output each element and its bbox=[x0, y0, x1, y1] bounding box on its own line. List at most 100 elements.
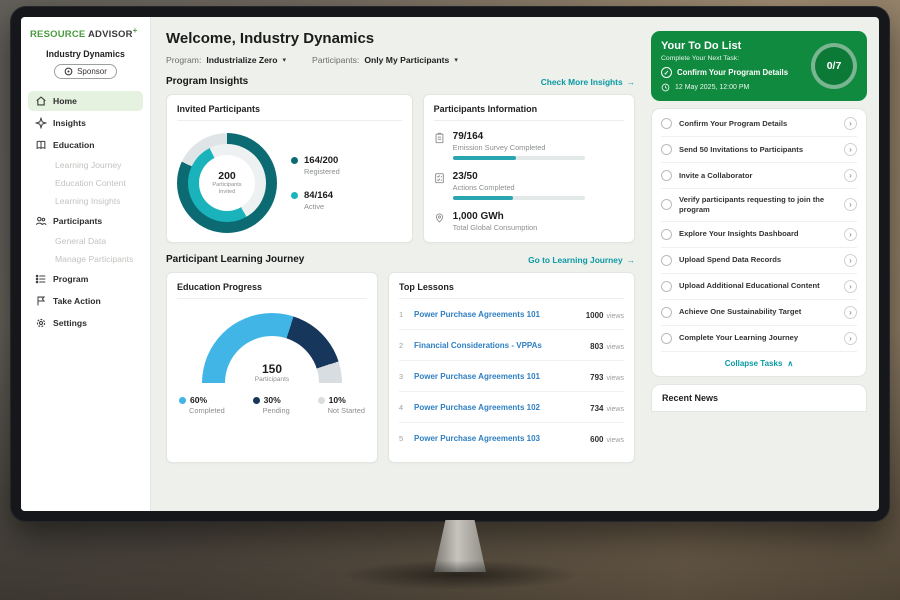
chevron-right-icon[interactable]: › bbox=[844, 254, 857, 267]
lesson-title-link[interactable]: Power Purchase Agreements 103 bbox=[414, 434, 583, 443]
lesson-row[interactable]: 4 Power Purchase Agreements 102 734views bbox=[399, 392, 624, 423]
org-name: Industry Dynamics bbox=[28, 49, 143, 59]
chevron-right-icon[interactable]: › bbox=[844, 280, 857, 293]
task-row[interactable]: Invite a Collaborator › bbox=[661, 163, 857, 189]
sidebar-item-learning-insights[interactable]: Learning Insights bbox=[28, 193, 143, 209]
emission-progress-bar bbox=[453, 156, 585, 160]
task-label: Complete Your Learning Journey bbox=[679, 333, 837, 343]
lesson-title-link[interactable]: Financial Considerations - VPPAs bbox=[414, 341, 583, 350]
sidebar-item-general-data[interactable]: General Data bbox=[28, 233, 143, 249]
task-row[interactable]: Send 50 Invitations to Participants › bbox=[661, 137, 857, 163]
top-lessons-card: Top Lessons 1 Power Purchase Agreements … bbox=[388, 272, 635, 463]
legend-item-pending: 30% Pending bbox=[253, 395, 290, 415]
task-checkbox[interactable] bbox=[661, 199, 672, 210]
task-row[interactable]: Verify participants requesting to join t… bbox=[661, 189, 857, 222]
participants-information-card: Participants Information 79/164 Emission… bbox=[423, 94, 635, 243]
lesson-title-link[interactable]: Power Purchase Agreements 101 bbox=[414, 372, 583, 381]
clipboard-icon bbox=[434, 132, 445, 144]
lesson-title-link[interactable]: Power Purchase Agreements 101 bbox=[414, 310, 579, 319]
sidebar-item-education[interactable]: Education bbox=[28, 135, 143, 155]
card-title: Education Progress bbox=[177, 282, 367, 299]
sidebar-item-insights[interactable]: Insights bbox=[28, 113, 143, 133]
program-value: Industrialize Zero bbox=[206, 55, 277, 65]
program-insights-header: Program Insights Check More Insights → bbox=[166, 76, 635, 87]
participants-dropdown[interactable]: Participants: Only My Participants ▾ bbox=[312, 55, 458, 65]
task-checkbox[interactable] bbox=[661, 281, 672, 292]
lesson-row[interactable]: 5 Power Purchase Agreements 103 600views bbox=[399, 423, 624, 453]
chevron-right-icon[interactable]: › bbox=[844, 306, 857, 319]
todo-progress-ring: 0/7 bbox=[811, 43, 857, 89]
collapse-label: Collapse Tasks bbox=[725, 359, 783, 368]
sidebar-item-take-action[interactable]: Take Action bbox=[28, 291, 143, 311]
metric-label: Emission Survey Completed bbox=[453, 143, 585, 152]
sponsor-badge[interactable]: Sponsor bbox=[54, 64, 117, 79]
sidebar-item-home[interactable]: Home bbox=[28, 91, 143, 111]
task-checkbox[interactable] bbox=[661, 307, 672, 318]
task-checkbox[interactable] bbox=[661, 255, 672, 266]
chevron-right-icon[interactable]: › bbox=[844, 117, 857, 130]
sidebar-item-program[interactable]: Program bbox=[28, 269, 143, 289]
legend-dot bbox=[253, 397, 260, 404]
gauge-center: 150 Participants bbox=[202, 362, 342, 383]
task-checkbox[interactable] bbox=[661, 170, 672, 181]
legend-label: Not Started bbox=[318, 406, 365, 415]
participants-icon bbox=[35, 215, 47, 227]
invited-legend: 164/200 Registered 84/164 Active bbox=[291, 155, 340, 211]
insights-icon bbox=[35, 117, 47, 129]
recent-news-header[interactable]: Recent News bbox=[651, 384, 867, 412]
invited-donut-chart: 200 Participants Invited bbox=[177, 133, 277, 233]
task-checkbox[interactable] bbox=[661, 144, 672, 155]
task-row[interactable]: Complete Your Learning Journey › bbox=[661, 326, 857, 352]
legend-dot bbox=[179, 397, 186, 404]
check-more-insights-link[interactable]: Check More Insights → bbox=[541, 77, 635, 87]
next-task-label: Confirm Your Program Details bbox=[677, 68, 788, 77]
task-checkbox[interactable] bbox=[661, 118, 672, 129]
task-label: Verify participants requesting to join t… bbox=[679, 195, 837, 215]
participants-label: Participants: bbox=[312, 55, 359, 65]
go-to-learning-journey-link[interactable]: Go to Learning Journey → bbox=[528, 255, 635, 265]
lesson-rank: 5 bbox=[399, 434, 407, 443]
todo-summary-card: Your To Do List Complete Your Next Task:… bbox=[651, 31, 867, 101]
pin-icon bbox=[434, 212, 445, 224]
lesson-views: 734 bbox=[590, 404, 603, 413]
sidebar-item-settings[interactable]: Settings bbox=[28, 313, 143, 333]
invited-donut-center: 200 Participants Invited bbox=[199, 155, 255, 211]
check-icon: ✓ bbox=[661, 67, 672, 78]
collapse-tasks-button[interactable]: Collapse Tasks ∧ bbox=[661, 352, 857, 374]
sidebar-item-learning-journey[interactable]: Learning Journey bbox=[28, 157, 143, 173]
sidebar-item-education-content[interactable]: Education Content bbox=[28, 175, 143, 191]
brand-advisor: ADVISOR bbox=[88, 29, 133, 40]
progress-fill bbox=[453, 156, 516, 160]
chevron-right-icon[interactable]: › bbox=[844, 198, 857, 211]
dashboard-screen: RESOURCE ADVISOR+ Industry Dynamics Spon… bbox=[21, 17, 879, 511]
chevron-right-icon[interactable]: › bbox=[844, 332, 857, 345]
task-row[interactable]: Upload Additional Educational Content › bbox=[661, 274, 857, 300]
task-label: Upload Spend Data Records bbox=[679, 255, 837, 265]
lesson-title-link[interactable]: Power Purchase Agreements 102 bbox=[414, 403, 583, 412]
legend-value: 30% bbox=[264, 395, 281, 405]
chevron-right-icon[interactable]: › bbox=[844, 228, 857, 241]
task-row[interactable]: Upload Spend Data Records › bbox=[661, 248, 857, 274]
lesson-row[interactable]: 2 Financial Considerations - VPPAs 803vi… bbox=[399, 330, 624, 361]
flag-icon bbox=[35, 295, 47, 307]
lesson-row[interactable]: 3 Power Purchase Agreements 101 793views bbox=[399, 361, 624, 392]
chevron-right-icon[interactable]: › bbox=[844, 143, 857, 156]
todo-next-task[interactable]: ✓ Confirm Your Program Details bbox=[661, 67, 788, 78]
task-row[interactable]: Explore Your Insights Dashboard › bbox=[661, 222, 857, 248]
sidebar-item-manage-participants[interactable]: Manage Participants bbox=[28, 251, 143, 267]
task-checkbox[interactable] bbox=[661, 333, 672, 344]
program-dropdown[interactable]: Program: Industrialize Zero ▾ bbox=[166, 55, 286, 65]
task-row[interactable]: Achieve One Sustainability Target › bbox=[661, 300, 857, 326]
task-label: Confirm Your Program Details bbox=[679, 119, 837, 129]
task-checkbox[interactable] bbox=[661, 229, 672, 240]
legend-value: 10% bbox=[329, 395, 346, 405]
lesson-row[interactable]: 1 Power Purchase Agreements 101 1000view… bbox=[399, 299, 624, 330]
photo-background: RESOURCE ADVISOR+ Industry Dynamics Spon… bbox=[0, 0, 900, 600]
task-row[interactable]: Confirm Your Program Details › bbox=[661, 111, 857, 137]
chevron-right-icon[interactable]: › bbox=[844, 169, 857, 182]
sidebar: RESOURCE ADVISOR+ Industry Dynamics Spon… bbox=[21, 17, 151, 511]
brand-logo: RESOURCE ADVISOR+ bbox=[28, 26, 143, 40]
sidebar-item-participants[interactable]: Participants bbox=[28, 211, 143, 231]
link-label: Go to Learning Journey bbox=[528, 255, 622, 265]
legend-value: 60% bbox=[190, 395, 207, 405]
